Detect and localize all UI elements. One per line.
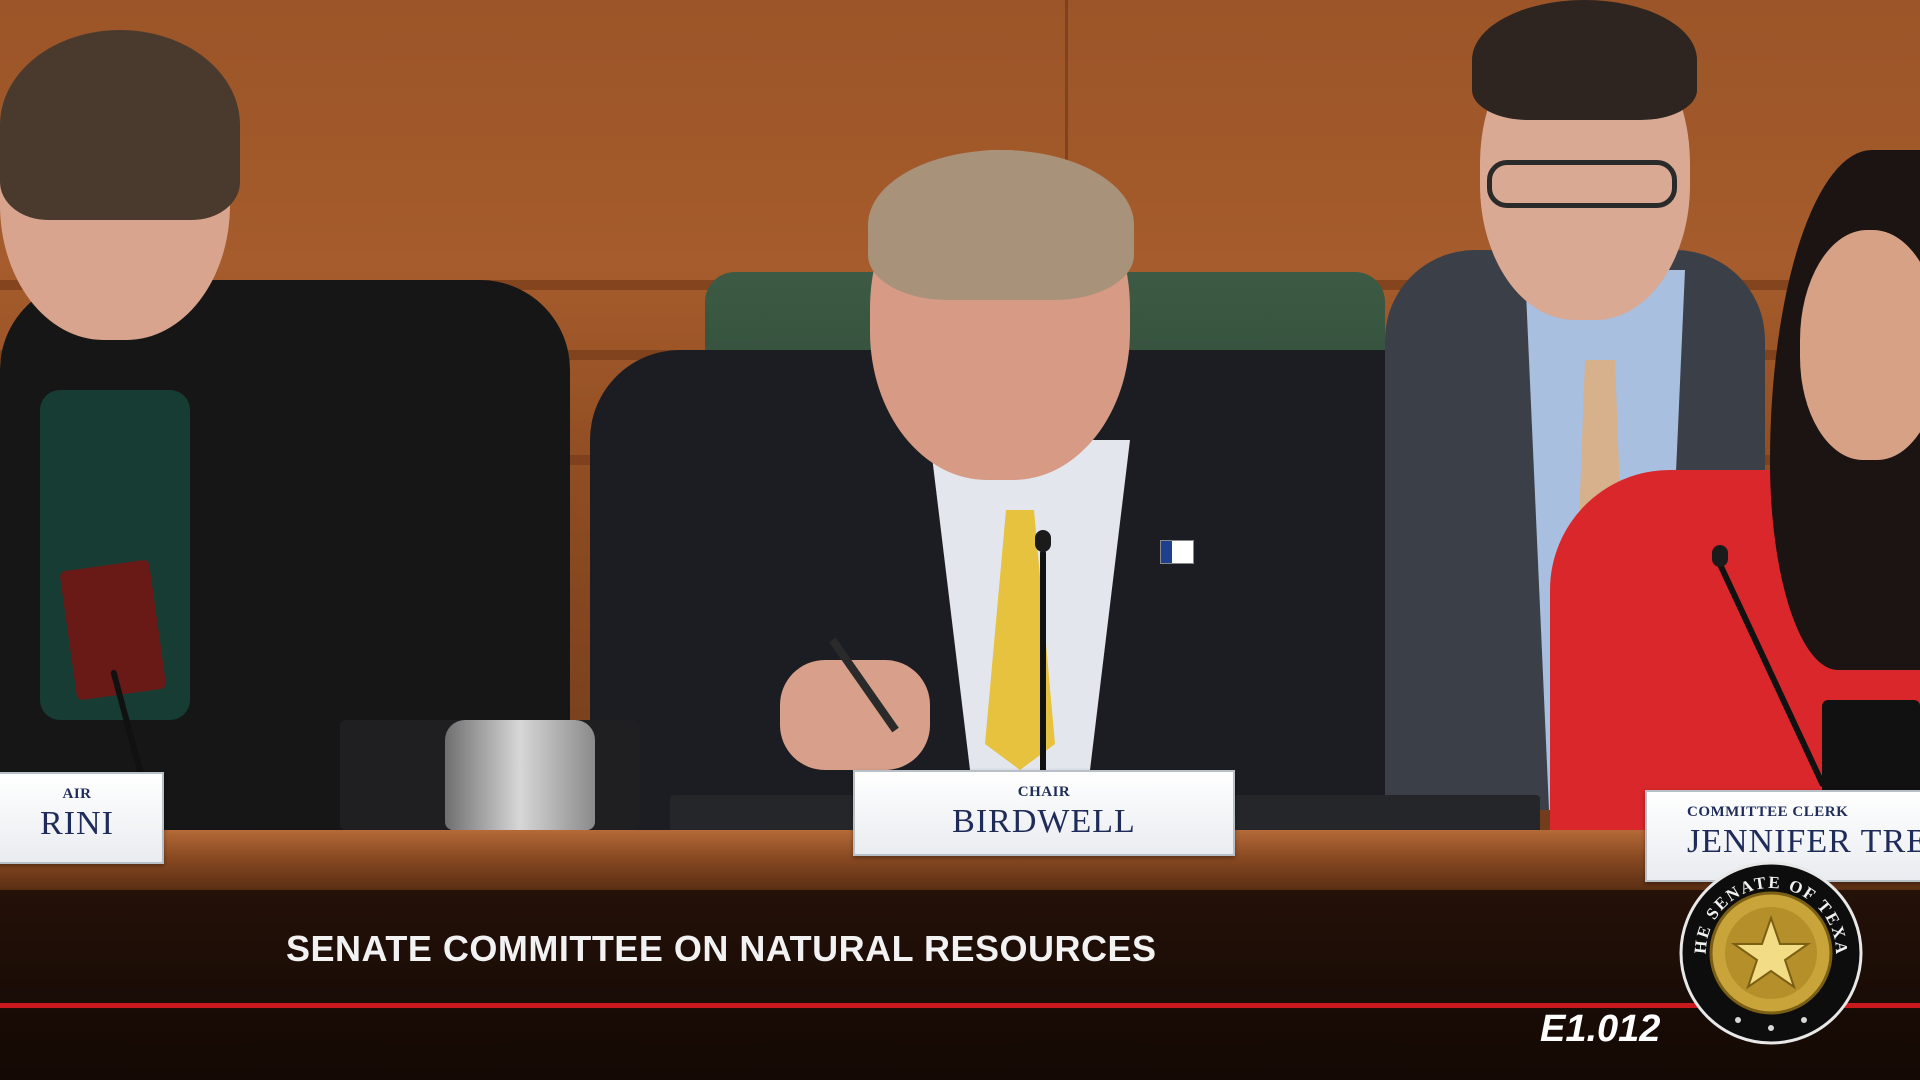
person-right-back-hair <box>1472 0 1697 120</box>
person-left-hair <box>0 30 240 220</box>
nameplate-role: COMMITTEE CLERK <box>1687 804 1849 820</box>
eyeglasses-icon <box>1487 160 1677 208</box>
nameplate-name: RINI <box>40 805 114 842</box>
person-right-face <box>1800 230 1920 460</box>
texas-flag-pin-icon <box>1160 540 1194 564</box>
nameplate-center: CHAIR BIRDWELL <box>853 770 1235 856</box>
committee-title: SENATE COMMITTEE ON NATURAL RESOURCES <box>286 928 1157 969</box>
microphone-center-head <box>1035 530 1051 552</box>
nameplate-name: JENNIFER TREV <box>1687 823 1920 860</box>
nameplate-left: AIR RINI <box>0 772 164 864</box>
nameplate-role: CHAIR <box>1017 784 1071 800</box>
person-center-hair <box>868 150 1134 300</box>
microphone-right-head <box>1712 545 1728 567</box>
room-number: E1.012 <box>1540 1008 1661 1050</box>
broadcast-lower-third <box>0 890 1920 1080</box>
microphone-center-icon <box>1040 550 1046 780</box>
nameplate-role: AIR <box>62 786 92 802</box>
thermal-carafe <box>445 720 595 830</box>
senate-seal-icon: THE SENATE OF TEXAS <box>1678 860 1863 1045</box>
nameplate-name: BIRDWELL <box>952 803 1136 840</box>
tablet-device <box>1822 700 1920 795</box>
video-frame: AIR RINI CHAIR BIRDWELL COMMITTEE CLERK … <box>0 0 1920 890</box>
